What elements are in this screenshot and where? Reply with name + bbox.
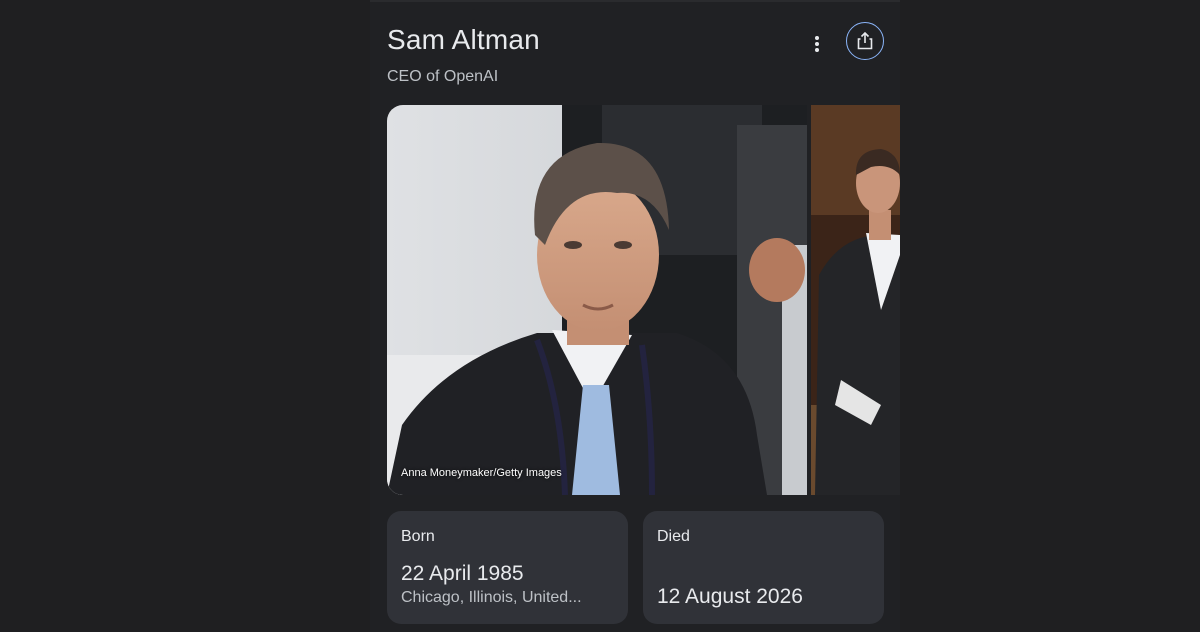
died-date: 12 August 2026 (657, 585, 803, 608)
born-place: Chicago, Illinois, United... (401, 589, 582, 606)
portrait-image (387, 105, 807, 495)
born-label: Born (401, 528, 435, 545)
more-options-button[interactable] (806, 29, 828, 59)
share-button[interactable] (846, 22, 884, 60)
secondary-portrait-image (811, 105, 900, 495)
main-photo[interactable]: Anna Moneymaker/Getty Images (387, 105, 807, 495)
more-vert-icon (815, 36, 819, 52)
share-icon (857, 32, 873, 50)
photo-credit: Anna Moneymaker/Getty Images (401, 467, 562, 479)
knowledge-panel: Sam Altman CEO of OpenAI Anna Moneymaker… (370, 0, 900, 632)
panel-subtitle: CEO of OpenAI (387, 68, 499, 85)
died-label: Died (657, 528, 690, 545)
born-card[interactable]: Born 22 April 1985 Chicago, Illinois, Un… (387, 511, 628, 624)
born-date: 22 April 1985 (401, 562, 524, 585)
panel-title: Sam Altman (387, 24, 540, 55)
secondary-photo[interactable] (811, 105, 900, 495)
died-card[interactable]: Died 12 August 2026 (643, 511, 884, 624)
